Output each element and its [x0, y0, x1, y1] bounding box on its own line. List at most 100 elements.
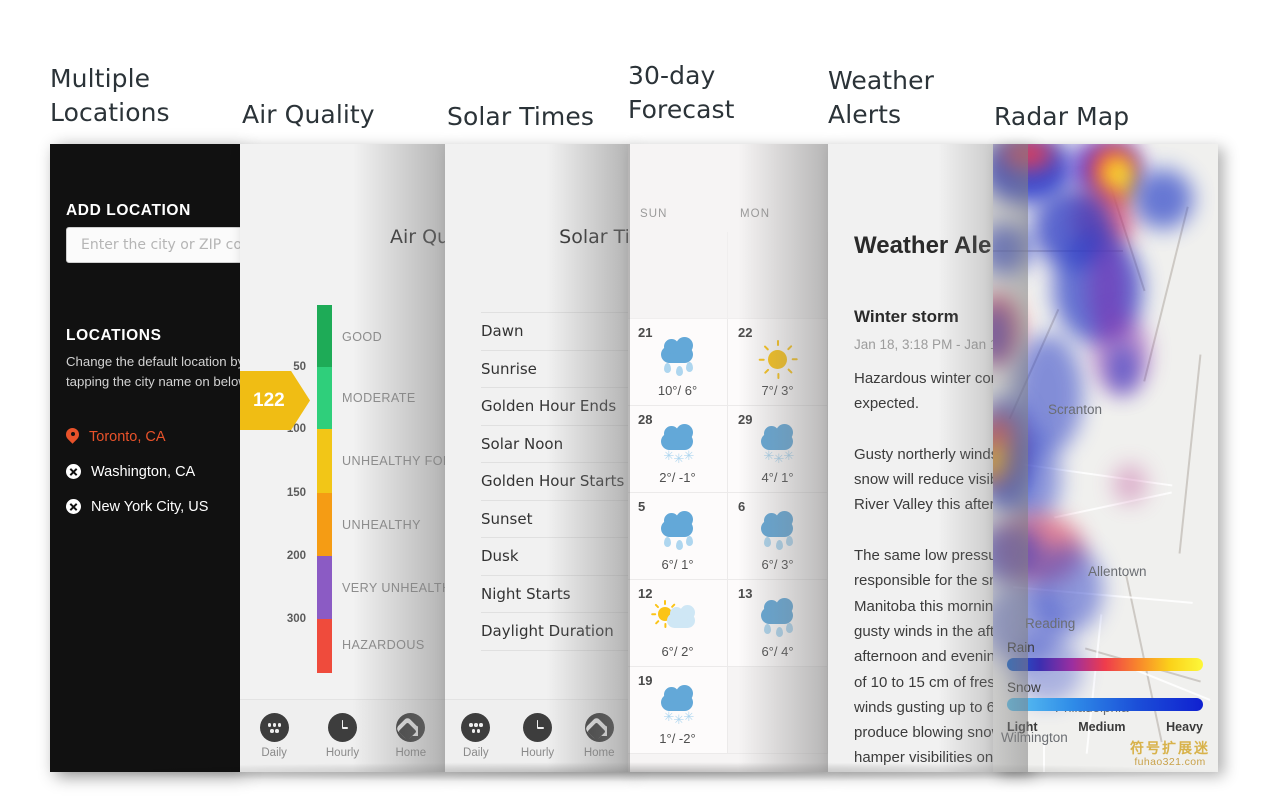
map-city-label: Reading — [1025, 616, 1076, 631]
legend-scale: Light Medium Heavy — [1007, 720, 1203, 734]
alert-date-range: Jan 18, 3:18 PM - Jan 19 — [854, 337, 1005, 352]
location-label: Washington, CA — [91, 463, 196, 480]
list-item[interactable]: New York City, US — [66, 489, 240, 524]
caption-30-day-forecast: 30-day Forecast — [628, 61, 735, 124]
calendar-cell[interactable]: 12 6°/ 2° — [628, 580, 728, 667]
tab-daily[interactable]: Daily — [445, 713, 507, 759]
list-item[interactable]: Golden Hour Starts — [481, 463, 630, 501]
calendar-cell[interactable]: 21 10°/ 6° — [628, 319, 728, 406]
aqi-tick: 50 — [293, 361, 306, 373]
weather-partly-sunny-icon — [628, 600, 727, 640]
tab-label: Hourly — [520, 747, 555, 759]
location-search-field[interactable] — [66, 227, 240, 263]
remove-close-icon[interactable] — [66, 464, 81, 479]
remove-close-icon[interactable] — [66, 499, 81, 514]
day-number: 22 — [738, 325, 753, 340]
panel-radar-map[interactable]: Scranton Allentown Reading Philadelphia … — [993, 144, 1218, 772]
calendar-cell[interactable]: 28 ✳ ✳ ✳ 2°/ -1° — [628, 406, 728, 493]
tab-daily[interactable]: Daily — [240, 713, 308, 759]
temperature-range: 2°/ -1° — [659, 470, 696, 485]
screenshot-stage: Multiple Locations Air Quality Solar Tim… — [0, 0, 1280, 800]
temperature-range: 1°/ -2° — [659, 731, 696, 746]
weather-rain-icon — [728, 598, 827, 640]
calendar-cell[interactable]: 19 ✳ ✳ ✳ 1°/ -2° — [628, 667, 728, 754]
tab-label: Daily — [261, 747, 287, 759]
watermark-title: 符号扩展迷 — [1130, 741, 1210, 758]
list-item[interactable]: Dusk — [481, 538, 630, 576]
weather-sunny-icon — [728, 340, 827, 379]
aqi-segment-very-unhealthy — [317, 556, 332, 619]
temperature-range: 6°/ 2° — [661, 644, 694, 659]
grid-dots-icon — [461, 713, 491, 742]
temperature-range: 6°/ 1° — [661, 557, 694, 572]
aqi-category: UNHEALTHY FOR SENSITIVE GROUPS — [342, 454, 445, 468]
drop-shadow — [40, 762, 1240, 782]
calendar-cell[interactable]: 5 6°/ 1° — [628, 493, 728, 580]
list-item[interactable]: Dawn — [481, 312, 630, 351]
add-location-heading: ADD LOCATION — [66, 202, 191, 219]
location-label: Toronto, CA — [89, 428, 166, 445]
day-number: 28 — [638, 412, 653, 427]
tab-hourly[interactable]: Hourly — [507, 713, 569, 759]
legend-rain-label: Rain — [1007, 640, 1035, 655]
aqi-segment-good — [317, 305, 332, 367]
list-item[interactable]: Toronto, CA — [66, 419, 240, 454]
list-item[interactable]: Sunset — [481, 501, 630, 538]
temperature-range: 6°/ 4° — [761, 644, 794, 659]
weekday-label: MON — [740, 208, 771, 220]
aqi-category: VERY UNHEALTHY — [342, 581, 445, 595]
list-item[interactable]: Night Starts — [481, 576, 630, 613]
radar-map-canvas[interactable]: Scranton Allentown Reading Philadelphia … — [993, 144, 1218, 772]
locations-description: Change the default location by tapping t… — [66, 354, 240, 389]
calendar-cell[interactable]: 6 6°/ 3° — [728, 493, 828, 580]
map-city-label: Scranton — [1048, 402, 1103, 417]
locations-heading: LOCATIONS — [66, 327, 162, 344]
legend-scale-heavy: Heavy — [1166, 720, 1203, 734]
list-item[interactable]: Sunrise — [481, 351, 630, 388]
legend-snow-gradient — [1007, 698, 1203, 711]
day-number: 19 — [638, 673, 653, 688]
calendar-cell[interactable]: 29 ✳ ✳ ✳ 4°/ 1° — [728, 406, 828, 493]
legend-scale-light: Light — [1007, 720, 1038, 734]
alert-event-title: Winter storm — [854, 307, 959, 326]
aqi-category-labels: GOOD MODERATE UNHEALTHY FOR SENSITIVE GR… — [342, 305, 445, 673]
tab-label: Daily — [463, 747, 489, 759]
list-item[interactable]: Golden Hour Ends — [481, 388, 630, 426]
aqi-category: HAZARDOUS — [342, 638, 425, 652]
caption-solar-times: Solar Times — [447, 102, 594, 131]
panel-solar-times: Solar Times Dawn Sunrise Golden Hour End… — [445, 144, 630, 772]
aqi-tick: 200 — [286, 550, 306, 562]
list-item[interactable]: Solar Noon — [481, 426, 630, 463]
weather-snow-icon: ✳ ✳ ✳ — [628, 685, 727, 727]
aqi-tick: 150 — [286, 487, 306, 499]
caption-multiple-locations: Multiple Locations — [50, 64, 170, 127]
clock-icon — [327, 713, 357, 742]
list-item[interactable]: Washington, CA — [66, 454, 240, 489]
temperature-range: 4°/ 1° — [761, 470, 794, 485]
weather-rain-icon — [628, 337, 727, 379]
calendar-grid: 21 10°/ 6° 22 7°/ 3° 28 ✳ ✳ ✳ 2°/ -1° 29… — [628, 232, 828, 754]
radar-legend: Rain Snow Light Medium Heavy — [1007, 640, 1203, 734]
page-title: Air Quality — [389, 226, 445, 248]
calendar-cell-empty — [728, 667, 828, 754]
tab-label: Home — [395, 747, 427, 759]
panel-30-day-forecast: SUN MON 21 10°/ 6° 22 7°/ 3° 28 ✳ ✳ ✳ 2°… — [628, 144, 828, 772]
day-number: 6 — [738, 499, 746, 514]
aqi-segment-moderate — [317, 367, 332, 429]
tab-home[interactable]: Home — [568, 713, 630, 759]
tab-hourly[interactable]: Hourly — [308, 713, 376, 759]
tab-home[interactable]: Home — [377, 713, 445, 759]
calendar-cell[interactable]: 22 7°/ 3° — [728, 319, 828, 406]
map-pin-icon — [66, 428, 79, 446]
calendar-cell-empty — [628, 232, 728, 319]
calendar-cell[interactable]: 13 6°/ 4° — [728, 580, 828, 667]
weather-rain-icon — [728, 511, 827, 553]
page-title: Solar Times — [559, 226, 630, 248]
aqi-segment-unhealthy-sensitive — [317, 429, 332, 493]
temperature-range: 7°/ 3° — [761, 383, 794, 398]
calendar-cell-empty — [728, 232, 828, 319]
weekday-label: SUN — [640, 208, 668, 220]
home-icon — [584, 713, 614, 742]
location-search-input[interactable] — [67, 228, 240, 262]
list-item[interactable]: Daylight Duration — [481, 613, 630, 651]
